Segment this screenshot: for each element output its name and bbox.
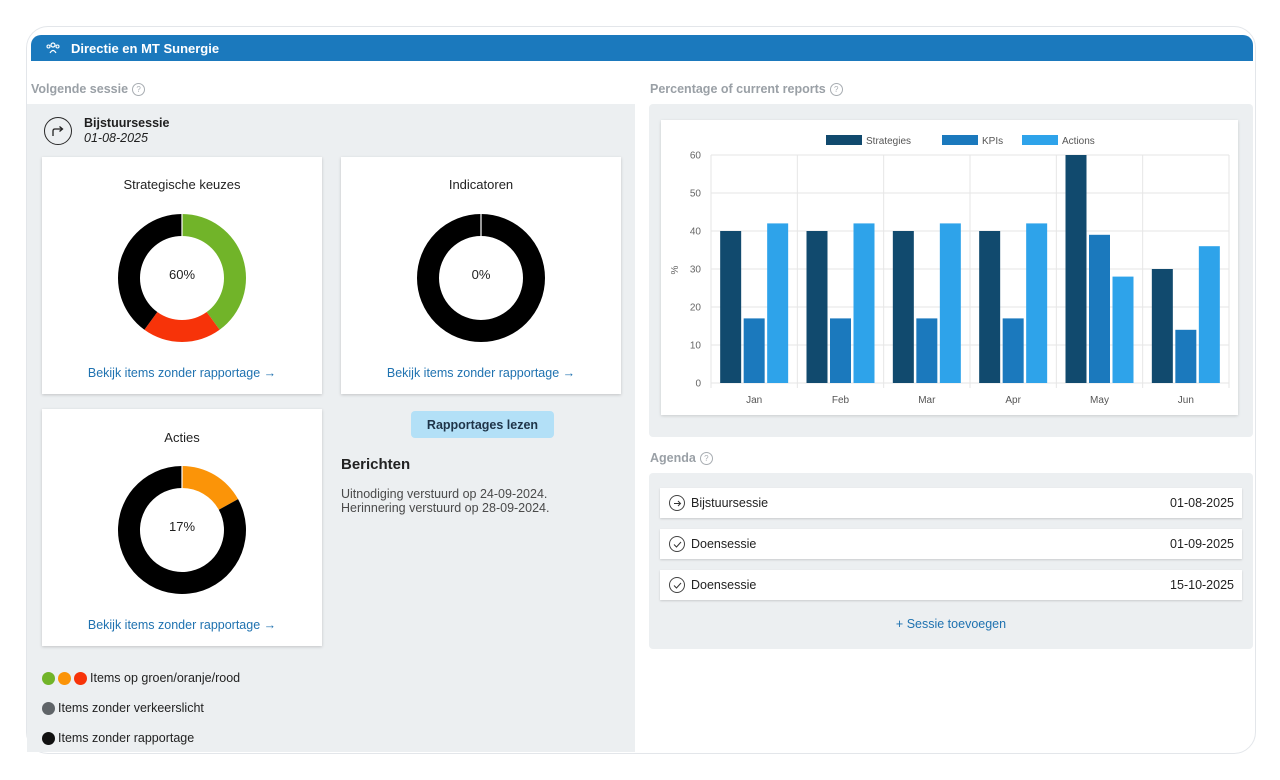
team-icon <box>45 40 61 56</box>
legend-label: Items op groen/oranje/rood <box>90 671 240 685</box>
session-header: Bijstuursessie 01-08-2025 <box>44 116 169 146</box>
x-tick-label: Jun <box>1178 395 1194 406</box>
read-reports-button[interactable]: Rapportages lezen <box>411 411 554 438</box>
legend-swatch <box>826 135 862 145</box>
agenda-title: Agenda ? <box>650 451 713 465</box>
donut-percent-label: 17% <box>42 519 322 534</box>
message-line: Uitnodiging verstuurd op 24-09-2024. <box>341 487 547 501</box>
bar <box>940 223 961 383</box>
card-strategische-keuzes: Strategische keuzes 60% Bekijk items zon… <box>42 157 322 394</box>
y-axis-label: % <box>670 265 681 274</box>
donut-percent-label: 0% <box>341 267 621 282</box>
agenda-item-name: Doensessie <box>691 578 756 592</box>
bar <box>720 231 741 383</box>
orange-dot-icon <box>58 672 71 685</box>
x-tick-label: Feb <box>832 395 850 406</box>
add-session-link[interactable]: + Sessie toevoegen <box>649 617 1253 631</box>
agenda-item-date: 15-10-2025 <box>1170 578 1234 592</box>
arrow-circle-icon <box>669 495 685 511</box>
legend-swatch <box>942 135 978 145</box>
bar <box>744 318 765 383</box>
messages-title: Berichten <box>341 456 410 473</box>
legend-label: Items zonder verkeerslicht <box>58 701 204 715</box>
bar <box>807 231 828 383</box>
bar <box>1089 235 1110 383</box>
donut-segment <box>182 466 238 510</box>
bar <box>979 231 1000 383</box>
donut-segment <box>144 312 219 342</box>
card-indicatoren: Indicatoren 0% Bekijk items zonder rappo… <box>341 157 621 394</box>
y-tick-label: 30 <box>690 265 702 276</box>
y-tick-label: 40 <box>690 227 702 238</box>
x-tick-label: Jan <box>746 395 762 406</box>
legend-swatch <box>1022 135 1058 145</box>
legend-no-traffic-light: Items zonder verkeerslicht <box>42 701 204 715</box>
y-tick-label: 20 <box>690 303 702 314</box>
agenda-item-date: 01-09-2025 <box>1170 537 1234 551</box>
y-tick-label: 10 <box>690 341 702 352</box>
agenda-item[interactable]: Doensessie 01-09-2025 <box>660 529 1242 559</box>
bar <box>916 318 937 383</box>
agenda-item-date: 01-08-2025 <box>1170 496 1234 510</box>
bar <box>1199 246 1220 383</box>
bar <box>767 223 788 383</box>
bar <box>1113 277 1134 383</box>
y-tick-label: 60 <box>690 151 702 162</box>
page-header: Directie en MT Sunergie <box>31 35 1253 61</box>
agenda-item-name: Doensessie <box>691 537 756 551</box>
x-tick-label: Mar <box>918 395 936 406</box>
card-title: Indicatoren <box>341 177 621 192</box>
help-icon[interactable]: ? <box>132 83 145 96</box>
bar <box>1066 155 1087 383</box>
agenda-item[interactable]: Bijstuursessie 01-08-2025 <box>660 488 1242 518</box>
page-title: Directie en MT Sunergie <box>71 41 219 56</box>
y-tick-label: 50 <box>690 189 702 200</box>
black-dot-icon <box>42 732 55 745</box>
legend-traffic-light: Items op groen/oranje/rood <box>42 671 240 685</box>
legend-no-report: Items zonder rapportage <box>42 731 194 745</box>
view-items-link[interactable]: Bekijk items zonder rapportage → <box>42 618 322 632</box>
red-dot-icon <box>74 672 87 685</box>
card-acties: Acties 17% Bekijk items zonder rapportag… <box>42 409 322 646</box>
session-name: Bijstuursessie <box>84 116 169 131</box>
check-circle-icon <box>669 577 685 593</box>
view-items-link[interactable]: Bekijk items zonder rapportage → <box>341 366 621 380</box>
legend-label: KPIs <box>982 136 1003 147</box>
legend-label: Actions <box>1062 136 1095 147</box>
agenda-item[interactable]: Doensessie 15-10-2025 <box>660 570 1242 600</box>
next-session-title: Volgende sessie ? <box>31 82 145 96</box>
bar <box>854 223 875 383</box>
arrow-forward-icon <box>44 117 72 145</box>
view-items-link[interactable]: Bekijk items zonder rapportage → <box>42 366 322 380</box>
help-icon[interactable]: ? <box>830 83 843 96</box>
legend-label: Items zonder rapportage <box>58 731 194 745</box>
bar <box>1175 330 1196 383</box>
green-dot-icon <box>42 672 55 685</box>
card-title: Strategische keuzes <box>42 177 322 192</box>
x-tick-label: May <box>1090 395 1109 406</box>
donut-percent-label: 60% <box>42 267 322 282</box>
message-line: Herinnering verstuurd op 28-09-2024. <box>341 501 549 515</box>
x-tick-label: Apr <box>1005 395 1021 406</box>
chart-section-title: Percentage of current reports ? <box>650 82 843 96</box>
session-date: 01-08-2025 <box>84 131 169 146</box>
bar <box>893 231 914 383</box>
help-icon[interactable]: ? <box>700 452 713 465</box>
y-tick-label: 0 <box>695 379 701 390</box>
bar-chart: Strategies KPIs Actions 0 10 20 30 40 50 60% Jan Fe… <box>661 120 1238 415</box>
bar <box>1003 318 1024 383</box>
check-circle-icon <box>669 536 685 552</box>
bar <box>1152 269 1173 383</box>
card-title: Acties <box>42 430 322 445</box>
agenda-item-name: Bijstuursessie <box>691 496 768 510</box>
legend-label: Strategies <box>866 136 911 147</box>
bar <box>1026 223 1047 383</box>
chart-card: Strategies KPIs Actions 0 10 20 30 40 50 60% Jan Fe… <box>661 120 1238 415</box>
bar <box>830 318 851 383</box>
grey-dot-icon <box>42 702 55 715</box>
